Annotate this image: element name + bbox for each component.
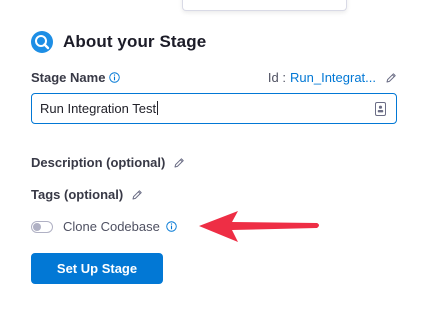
id-card-icon — [375, 102, 386, 116]
edit-id-pencil-icon[interactable] — [385, 72, 397, 84]
stage-name-input-text[interactable]: Run Integration Test — [40, 101, 159, 116]
stage-name-input[interactable]: Run Integration Test — [31, 93, 397, 124]
stage-id-label: Id : — [267, 70, 286, 85]
set-up-stage-button[interactable]: Set Up Stage — [31, 253, 163, 284]
description-row[interactable]: Description (optional) — [31, 155, 185, 170]
clone-codebase-toggle[interactable] — [31, 220, 53, 233]
page-title: About your Stage — [63, 32, 207, 51]
clone-codebase-row: Clone Codebase — [31, 219, 177, 234]
annotation-arrow-icon — [199, 211, 319, 242]
stage-name-row: Stage Name Id : Run_Integrat... — [31, 70, 397, 88]
stage-name-label-group: Stage Name — [31, 70, 121, 85]
text-caret — [157, 101, 159, 115]
tags-label[interactable]: Tags (optional) — [31, 187, 123, 202]
stage-search-icon — [31, 31, 53, 53]
clone-codebase-info-icon[interactable] — [166, 221, 177, 232]
toggle-knob — [33, 222, 41, 231]
tags-row[interactable]: Tags (optional) — [31, 187, 143, 202]
popover-panel-bottom — [182, 0, 347, 11]
stage-name-label: Stage Name — [31, 70, 106, 85]
edit-tags-pencil-icon[interactable] — [131, 189, 143, 201]
section-header: About your Stage — [31, 31, 206, 53]
description-label[interactable]: Description (optional) — [31, 155, 165, 170]
clone-codebase-label[interactable]: Clone Codebase — [63, 219, 160, 234]
info-icon[interactable] — [109, 72, 121, 83]
stage-id-group: Id : Run_Integrat... — [268, 70, 397, 85]
edit-description-pencil-icon[interactable] — [173, 157, 185, 169]
stage-id-value: Run_Integrat... — [290, 70, 376, 85]
